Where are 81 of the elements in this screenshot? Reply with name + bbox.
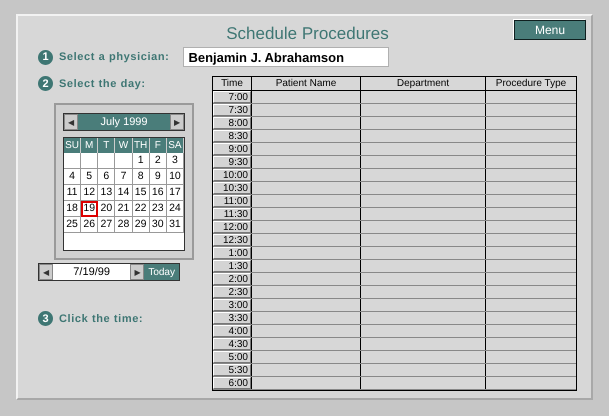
calendar-day[interactable]: 27	[98, 217, 116, 233]
column-header: Time	[213, 77, 252, 90]
calendar-day[interactable]: 15	[132, 185, 150, 201]
step-label: Select a physician:	[59, 51, 170, 63]
weekday-header: SU	[64, 138, 82, 153]
month-title: July 1999	[78, 114, 170, 130]
menu-button[interactable]: Menu	[514, 20, 586, 40]
step-number-badge: 3	[38, 311, 53, 326]
calendar-day[interactable]: 3	[166, 153, 184, 169]
calendar-day[interactable]: 8	[132, 169, 150, 185]
calendar-day[interactable]: 1	[132, 153, 150, 169]
calendar-day[interactable]: 28	[115, 217, 133, 233]
time-slot-button[interactable]: 3:00	[213, 298, 251, 310]
time-slot-button[interactable]: 5:00	[213, 350, 251, 362]
empty-day-cell	[115, 153, 133, 169]
calendar-day[interactable]: 29	[132, 217, 150, 233]
calendar-day[interactable]: 2	[150, 153, 167, 169]
column-header: Patient Name	[252, 77, 360, 90]
calendar-day[interactable]: 18	[64, 201, 82, 217]
time-slot-button[interactable]: 11:00	[213, 194, 251, 206]
calendar-day[interactable]: 7	[115, 169, 133, 185]
calendar-day[interactable]: 24	[166, 201, 184, 217]
calendar-day[interactable]: 25	[64, 217, 82, 233]
calendar-day[interactable]: 13	[98, 185, 116, 201]
time-slot-button[interactable]: 2:30	[213, 286, 251, 298]
time-slot-button[interactable]: 7:00	[213, 90, 251, 102]
weekday-header: M	[81, 138, 98, 153]
column-header: Department	[360, 77, 486, 90]
calendar-day[interactable]: 10	[166, 169, 184, 185]
time-slot-button[interactable]: 2:00	[213, 272, 251, 284]
calendar-day[interactable]: 16	[150, 185, 167, 201]
time-slot-button[interactable]: 3:30	[213, 312, 251, 324]
physician-field[interactable]: Benjamin J. Abrahamson	[183, 47, 390, 67]
empty-day-cell	[81, 153, 98, 169]
calendar-day[interactable]: 26	[81, 217, 98, 233]
calendar-day[interactable]: 20	[98, 201, 116, 217]
time-slot-button[interactable]: 6:00	[213, 376, 251, 388]
weekday-header: W	[115, 138, 133, 153]
previous-month-button[interactable]: ◀	[64, 114, 78, 130]
window-title: Schedule Procedures	[226, 23, 389, 45]
time-slot-button[interactable]: 10:00	[213, 168, 251, 180]
calendar-day[interactable]: 5	[81, 169, 98, 185]
weekday-header: T	[98, 138, 116, 153]
calendar-day[interactable]: 14	[115, 185, 133, 201]
time-slot-button[interactable]: 4:00	[213, 324, 251, 336]
time-slot-button[interactable]: 4:30	[213, 338, 251, 350]
calendar-day[interactable]: 30	[150, 217, 167, 233]
step-number-badge: 1	[38, 50, 53, 64]
calendar-day[interactable]: 21	[115, 201, 133, 217]
time-slot-button[interactable]: 12:00	[213, 220, 251, 232]
empty-day-cell	[64, 153, 82, 169]
weekday-header: F	[150, 138, 167, 153]
time-slot-button[interactable]: 8:30	[213, 130, 251, 142]
time-slot-button[interactable]: 10:30	[213, 182, 251, 194]
step-label: Select the day:	[59, 78, 146, 90]
calendar-day[interactable]: 31	[166, 217, 184, 233]
time-slot-button[interactable]: 12:30	[213, 234, 251, 246]
time-slot-button[interactable]: 11:30	[213, 208, 251, 220]
step-number-badge: 2	[38, 76, 53, 91]
time-slot-button[interactable]: 1:00	[213, 246, 251, 258]
time-slot-button[interactable]: 9:00	[213, 142, 251, 154]
empty-day-cell	[98, 153, 116, 169]
time-slot-button[interactable]: 5:30	[213, 364, 251, 376]
time-slot-button[interactable]: 9:30	[213, 156, 251, 168]
calendar-day[interactable]: 17	[166, 185, 184, 201]
time-slot-button[interactable]: 1:30	[213, 260, 251, 272]
calendar-day[interactable]: 9	[150, 169, 167, 185]
calendar-day[interactable]: 23	[150, 201, 167, 217]
column-header: Procedure Type	[486, 77, 576, 90]
weekday-header: SA	[166, 138, 184, 153]
calendar-day[interactable]: 19	[81, 201, 98, 217]
time-slot-button[interactable]: 7:30	[213, 104, 251, 116]
calendar-day[interactable]: 4	[64, 169, 82, 185]
next-month-button[interactable]: ▶	[170, 114, 184, 130]
calendar-day[interactable]: 12	[81, 185, 98, 201]
calendar-day[interactable]: 6	[98, 169, 116, 185]
time-slot-button[interactable]: 8:00	[213, 116, 251, 128]
calendar-day[interactable]: 11	[64, 185, 82, 201]
calendar-day[interactable]: 22	[132, 201, 150, 217]
step-label: Click the time:	[59, 312, 144, 324]
weekday-header: TH	[132, 138, 150, 153]
